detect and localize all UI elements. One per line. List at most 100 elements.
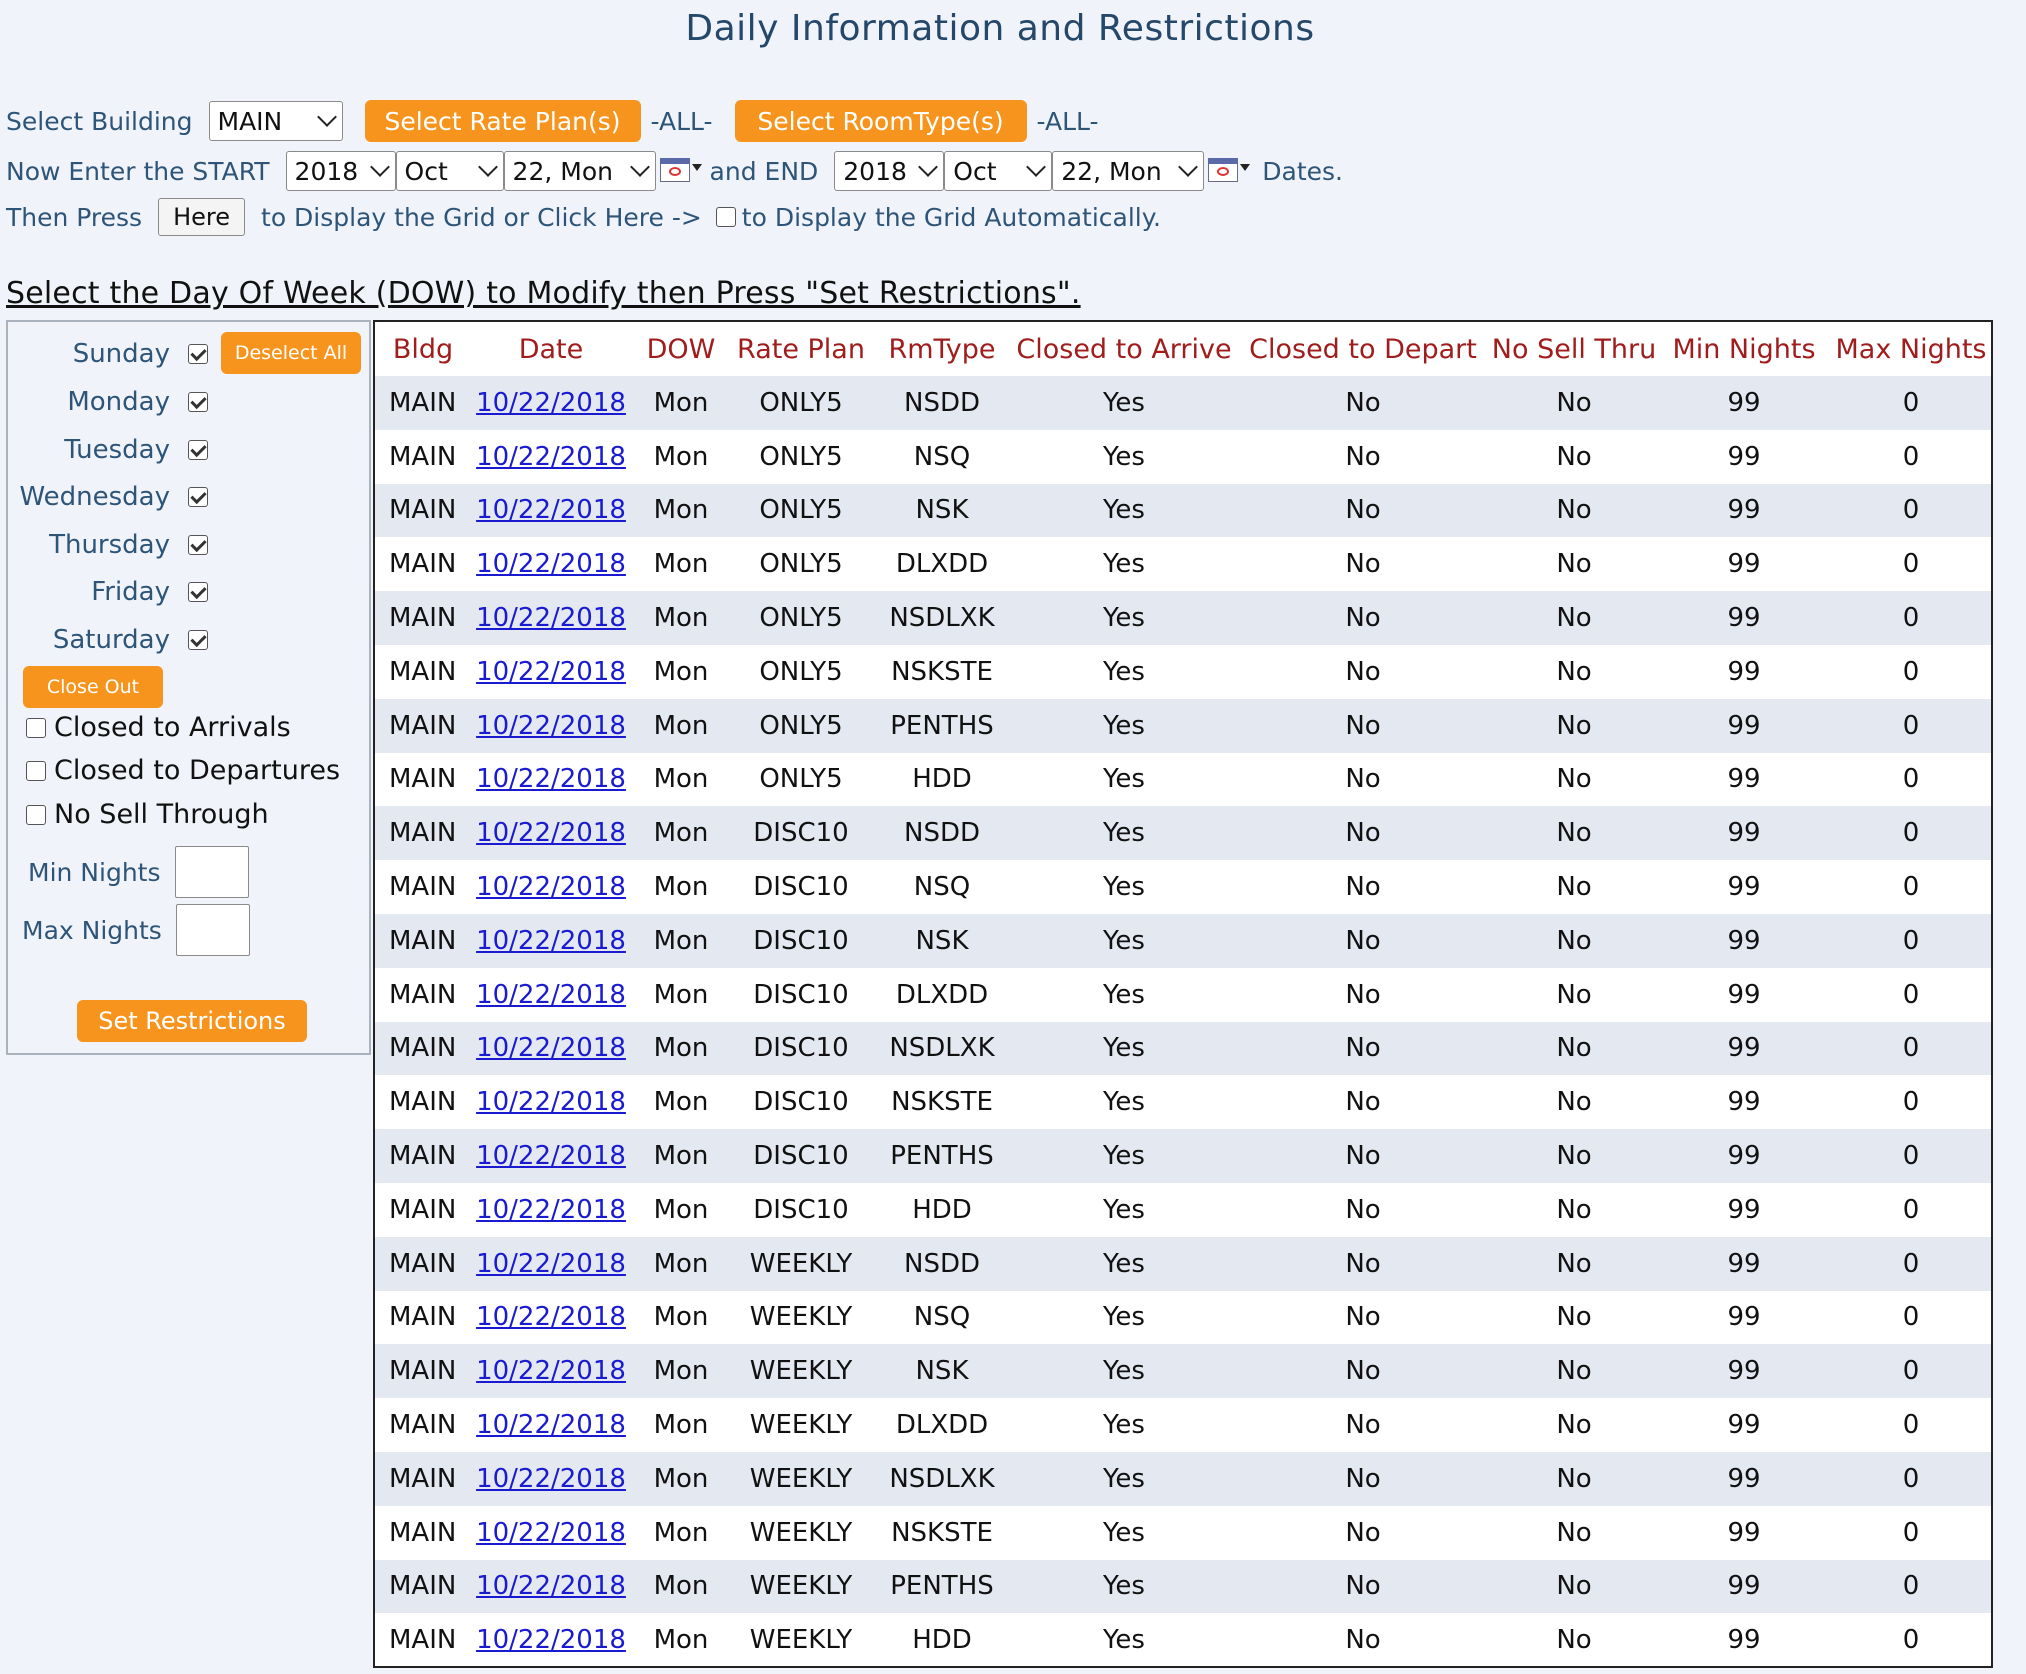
cell-rmtype: NSKSTE bbox=[871, 1505, 1013, 1560]
cell-closed-to-arrive: Yes bbox=[1013, 1559, 1235, 1614]
building-select[interactable]: MAIN bbox=[208, 101, 343, 141]
cell-closed-to-depart: No bbox=[1235, 1505, 1491, 1560]
date-link[interactable]: 10/22/2018 bbox=[476, 711, 626, 741]
start-day-select[interactable]: 22, Mon bbox=[503, 151, 656, 191]
date-link[interactable]: 10/22/2018 bbox=[476, 926, 626, 956]
date-link[interactable]: 10/22/2018 bbox=[476, 1410, 626, 1440]
dow-thursday-checkbox[interactable] bbox=[188, 535, 208, 555]
cell-rmtype: NSK bbox=[871, 1344, 1013, 1399]
end-year-select[interactable]: 2018 bbox=[834, 151, 945, 191]
max-nights-input[interactable] bbox=[175, 904, 250, 956]
cell-closed-to-arrive: Yes bbox=[1013, 1613, 1235, 1666]
cell-closed-to-depart: No bbox=[1235, 483, 1491, 538]
cell-rate-plan: WEEKLY bbox=[731, 1559, 871, 1614]
date-link[interactable]: 10/22/2018 bbox=[476, 603, 626, 633]
date-link[interactable]: 10/22/2018 bbox=[476, 1033, 626, 1063]
date-link[interactable]: 10/22/2018 bbox=[476, 388, 626, 418]
date-link[interactable]: 10/22/2018 bbox=[476, 1464, 626, 1494]
cell-rmtype: NSDD bbox=[871, 806, 1013, 861]
cell-rate-plan: DISC10 bbox=[731, 1129, 871, 1183]
select-rate-plan-button[interactable]: Select Rate Plan(s) bbox=[364, 100, 641, 142]
date-link[interactable]: 10/22/2018 bbox=[476, 1571, 626, 1601]
dow-label: Saturday bbox=[52, 625, 170, 655]
date-link[interactable]: 10/22/2018 bbox=[476, 495, 626, 525]
cell-bldg: MAIN bbox=[375, 1075, 471, 1130]
start-year-select[interactable]: 2018 bbox=[285, 151, 396, 191]
dow-monday-checkbox[interactable] bbox=[188, 392, 208, 412]
closed-departures-row: Closed to Departures bbox=[26, 755, 340, 786]
date-link[interactable]: 10/22/2018 bbox=[476, 872, 626, 902]
cell-closed-to-depart: No bbox=[1235, 698, 1491, 753]
no-sell-through-checkbox[interactable] bbox=[26, 804, 46, 825]
cell-closed-to-arrive: Yes bbox=[1013, 591, 1235, 645]
close-out-button[interactable]: Close Out bbox=[23, 666, 163, 708]
date-link[interactable]: 10/22/2018 bbox=[476, 1087, 626, 1117]
cell-date: 10/22/2018 bbox=[471, 806, 631, 861]
table-row: MAIN 10/22/2018 Mon ONLY5 NSK Yes No No 99 0 bbox=[375, 483, 1991, 538]
here-button[interactable]: Here bbox=[158, 198, 246, 236]
date-link[interactable]: 10/22/2018 bbox=[476, 1249, 626, 1279]
cell-no-sell-thru: No bbox=[1491, 1398, 1657, 1452]
cell-rmtype: DLXDD bbox=[871, 537, 1013, 592]
table-row: MAIN 10/22/2018 Mon WEEKLY NSDD Yes No No 99 0 bbox=[375, 1236, 1991, 1291]
table-row: MAIN 10/22/2018 Mon DISC10 NSK Yes No No 99 0 bbox=[375, 913, 1991, 968]
date-link[interactable]: 10/22/2018 bbox=[476, 549, 626, 579]
no-sell-through-row: No Sell Through bbox=[26, 799, 269, 830]
cell-rmtype: NSQ bbox=[871, 1290, 1013, 1345]
end-calendar-icon[interactable] bbox=[1208, 158, 1251, 184]
date-link[interactable]: 10/22/2018 bbox=[476, 657, 626, 687]
start-calendar-icon[interactable] bbox=[659, 158, 702, 184]
dow-sunday-checkbox[interactable] bbox=[188, 344, 208, 364]
end-day-select[interactable]: 22, Mon bbox=[1052, 151, 1205, 191]
date-link[interactable]: 10/22/2018 bbox=[476, 1625, 626, 1655]
cell-dow: Mon bbox=[631, 967, 731, 1022]
deselect-all-button[interactable]: Deselect All bbox=[221, 332, 361, 374]
cell-closed-to-arrive: Yes bbox=[1013, 698, 1235, 753]
cell-rate-plan: DISC10 bbox=[731, 1182, 871, 1237]
cell-bldg: MAIN bbox=[375, 698, 471, 753]
cell-max-nights: 0 bbox=[1831, 376, 1991, 430]
cell-date: 10/22/2018 bbox=[471, 1182, 631, 1237]
dow-friday-checkbox[interactable] bbox=[188, 582, 208, 602]
dow-tuesday: Tuesday bbox=[8, 430, 208, 470]
select-roomtype-button[interactable]: Select RoomType(s) bbox=[734, 100, 1027, 142]
cell-closed-to-arrive: Yes bbox=[1013, 1129, 1235, 1183]
cell-min-nights: 99 bbox=[1657, 860, 1831, 914]
table-row: MAIN 10/22/2018 Mon ONLY5 HDD Yes No No 99 0 bbox=[375, 752, 1991, 807]
auto-display-checkbox[interactable] bbox=[715, 207, 736, 227]
date-link[interactable]: 10/22/2018 bbox=[476, 980, 626, 1010]
date-link[interactable]: 10/22/2018 bbox=[476, 1141, 626, 1171]
closed-arrivals-checkbox[interactable] bbox=[26, 717, 46, 738]
date-link[interactable]: 10/22/2018 bbox=[476, 442, 626, 472]
date-link[interactable]: 10/22/2018 bbox=[476, 1356, 626, 1386]
closed-departures-checkbox[interactable] bbox=[26, 760, 46, 781]
cell-max-nights: 0 bbox=[1831, 1021, 1991, 1076]
set-restrictions-button[interactable]: Set Restrictions bbox=[77, 1000, 307, 1042]
end-month-select[interactable]: Oct bbox=[944, 151, 1053, 191]
start-month-value: Oct bbox=[404, 156, 448, 186]
date-link[interactable]: 10/22/2018 bbox=[476, 764, 626, 794]
cell-closed-to-depart: No bbox=[1235, 1290, 1491, 1345]
dow-label: Tuesday bbox=[64, 435, 170, 465]
cell-bldg: MAIN bbox=[375, 1613, 471, 1666]
cell-closed-to-depart: No bbox=[1235, 1021, 1491, 1076]
cell-no-sell-thru: No bbox=[1491, 806, 1657, 861]
cell-rate-plan: WEEKLY bbox=[731, 1451, 871, 1506]
start-month-select[interactable]: Oct bbox=[395, 151, 504, 191]
dow-tuesday-checkbox[interactable] bbox=[188, 440, 208, 460]
cell-closed-to-arrive: Yes bbox=[1013, 537, 1235, 592]
cell-min-nights: 99 bbox=[1657, 1398, 1831, 1452]
column-header-date: Date bbox=[471, 322, 631, 376]
auto-display-text: to Display the Grid Automatically. bbox=[741, 202, 1161, 232]
dow-wednesday-checkbox[interactable] bbox=[188, 487, 208, 507]
date-link[interactable]: 10/22/2018 bbox=[476, 1302, 626, 1332]
cell-max-nights: 0 bbox=[1831, 860, 1991, 914]
dow-saturday-checkbox[interactable] bbox=[188, 630, 208, 650]
cell-dow: Mon bbox=[631, 1021, 731, 1076]
cell-max-nights: 0 bbox=[1831, 1290, 1991, 1345]
date-link[interactable]: 10/22/2018 bbox=[476, 1518, 626, 1548]
cell-rmtype: NSDD bbox=[871, 376, 1013, 430]
min-nights-input[interactable] bbox=[174, 846, 249, 898]
date-link[interactable]: 10/22/2018 bbox=[476, 1195, 626, 1225]
date-link[interactable]: 10/22/2018 bbox=[476, 818, 626, 848]
